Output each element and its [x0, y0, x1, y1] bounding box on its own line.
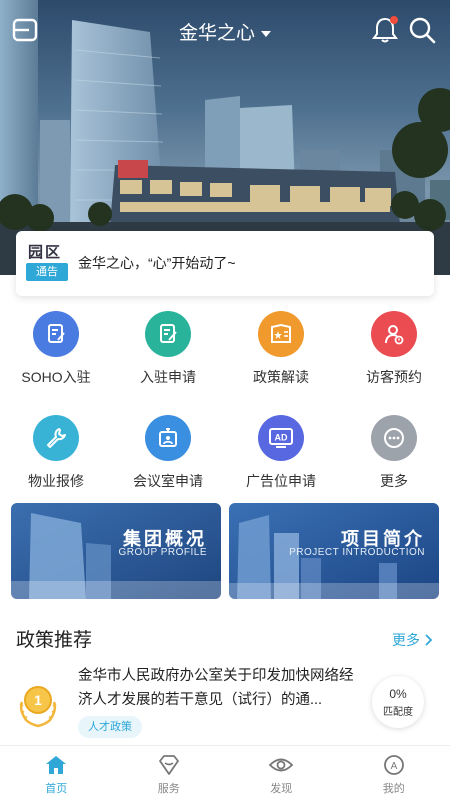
document-edit-icon	[33, 311, 79, 357]
nav-profile[interactable]: A 我的	[338, 746, 450, 800]
wrench-icon	[33, 415, 79, 461]
service-soho[interactable]: SOHO入驻	[0, 311, 112, 387]
service-policy[interactable]: 政策解读	[225, 311, 337, 387]
group-profile-banner[interactable]: 集团概况 GROUP PROFILE	[11, 503, 221, 599]
rank-medal-icon: 1	[18, 680, 58, 728]
nav-home[interactable]: 首页	[0, 746, 113, 800]
nav-service[interactable]: 服务	[113, 746, 226, 800]
service-repair[interactable]: 物业报修	[0, 415, 112, 491]
match-label: 匹配度	[383, 707, 413, 718]
nav-discover[interactable]: 发现	[225, 746, 338, 800]
notice-badge: 园区 通告	[26, 243, 70, 285]
notification-dot	[390, 16, 398, 24]
chevron-down-icon	[261, 30, 271, 37]
top-bar: 金华之心	[0, 0, 450, 60]
more-policy-link[interactable]: 更多	[392, 630, 434, 650]
service-label: 物业报修	[28, 473, 84, 489]
policy-star-icon	[258, 311, 304, 357]
svg-text:A: A	[390, 761, 397, 772]
service-label: 访客预约	[366, 369, 422, 385]
notice-text: 金华之心，“心”开始动了~	[78, 255, 236, 271]
service-label: 会议室申请	[133, 473, 203, 489]
nav-label: 服务	[157, 783, 180, 795]
service-apply[interactable]: 入驻申请	[112, 311, 224, 387]
match-percent: 0%	[389, 687, 407, 701]
service-visitor[interactable]: 访客预约	[338, 311, 450, 387]
bottom-nav: 首页 服务 发现 A 我的	[0, 745, 450, 800]
park-notice-card[interactable]: 园区 通告 金华之心，“心”开始动了~	[16, 231, 434, 296]
service-ad-space[interactable]: AD 广告位申请	[225, 415, 337, 491]
nav-label: 发现	[270, 783, 293, 795]
service-icon	[113, 753, 226, 777]
profile-icon: A	[338, 753, 450, 777]
rank-number: 1	[34, 692, 42, 708]
service-more[interactable]: 更多	[338, 415, 450, 491]
visitor-icon	[371, 311, 417, 357]
bell-icon[interactable]	[372, 16, 398, 44]
notice-badge-bottom: 通告	[26, 263, 68, 281]
project-intro-banner[interactable]: 项目简介 PROJECT INTRODUCTION	[229, 503, 439, 599]
form-edit-icon	[145, 311, 191, 357]
chevron-right-icon	[425, 634, 433, 646]
banner-subtitle: GROUP PROFILE	[118, 547, 207, 558]
more-icon	[371, 415, 417, 461]
notice-badge-top: 园区	[28, 244, 63, 261]
service-label: 广告位申请	[246, 473, 316, 489]
meeting-room-icon	[145, 415, 191, 461]
home-icon	[0, 753, 113, 777]
nav-label: 我的	[382, 783, 405, 795]
ad-icon: AD	[258, 415, 304, 461]
page-title: 金华之心	[178, 23, 255, 44]
service-label: 更多	[380, 473, 408, 489]
match-badge: 0% 匹配度	[372, 676, 424, 728]
banner-subtitle: PROJECT INTRODUCTION	[289, 547, 425, 558]
nav-label: 首页	[45, 783, 68, 795]
service-label: 政策解读	[253, 369, 309, 385]
service-label: 入驻申请	[140, 369, 196, 385]
service-label: SOHO入驻	[21, 369, 91, 385]
more-label: 更多	[392, 632, 420, 648]
policy-item-title[interactable]: 金华市人民政府办公室关于印发加快网络经济人才发展的若干意见（试行）的通...	[78, 664, 363, 712]
eye-icon	[225, 753, 338, 777]
policy-tag: 人才政策	[78, 716, 142, 738]
svg-text:AD: AD	[275, 433, 288, 443]
service-meeting-room[interactable]: 会议室申请	[112, 415, 224, 491]
section-title: 政策推荐	[16, 630, 93, 651]
search-icon[interactable]	[408, 16, 436, 44]
